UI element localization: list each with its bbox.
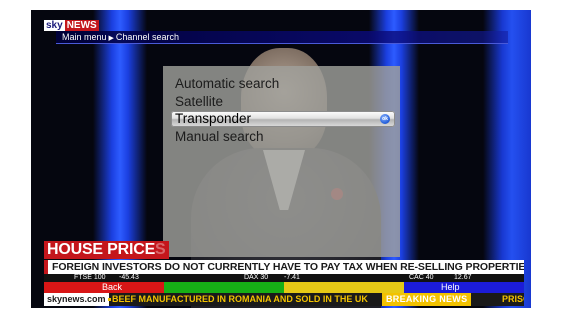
market-index: FTSE 100: [74, 274, 106, 281]
breadcrumb: Main menu ▶ Channel search: [62, 31, 179, 45]
headline-faded-text: S: [155, 241, 166, 258]
market-change: 12.67: [454, 274, 472, 281]
channel-search-menu: Automatic search Satellite Transponder o…: [163, 66, 400, 257]
menu-item-transponder[interactable]: Transponder ok: [171, 111, 395, 127]
ok-icon: ok: [380, 114, 390, 124]
green-key[interactable]: [164, 282, 284, 293]
breadcrumb-root[interactable]: Main menu: [62, 32, 107, 42]
bottom-ticker: skynews.com BEEF MANUFACTURED IN ROMANIA…: [44, 293, 524, 306]
market-index: CAC 40: [409, 274, 434, 281]
menu-item-transponder-label: Transponder: [175, 111, 252, 126]
sky-news-logo: sky NEWS: [44, 20, 99, 31]
breaking-news-badge: BREAKING NEWS: [382, 293, 472, 306]
headline-text: HOUSE PRICE: [47, 241, 156, 258]
markets-strip: FTSE 100 -45.43 DAX 30 -7.41 CAC 40 12.6…: [44, 274, 524, 282]
breadcrumb-current: Channel search: [115, 32, 179, 42]
back-label: Back: [102, 282, 123, 292]
color-key-bar: Back Help: [44, 282, 524, 293]
website-label: skynews.com: [44, 293, 109, 306]
logo-news: NEWS: [64, 20, 99, 31]
headline-banner: HOUSE PRICES: [44, 241, 169, 259]
market-index: DAX 30: [244, 274, 269, 281]
yellow-key[interactable]: [284, 282, 404, 293]
separator-icon: [108, 298, 111, 301]
headline-ticker: FOREIGN INVESTORS DO NOT CURRENTLY HAVE …: [44, 260, 524, 274]
breadcrumb-arrow-icon: ▶: [108, 35, 114, 42]
menu-item-automatic-search[interactable]: Automatic search: [175, 76, 279, 92]
menu-item-satellite[interactable]: Satellite: [175, 94, 223, 110]
help-label: Help: [441, 282, 460, 292]
menu-item-manual-search[interactable]: Manual search: [175, 129, 264, 145]
logo-sky: sky: [44, 20, 65, 31]
blue-key-help[interactable]: [404, 282, 524, 293]
ticker-story-next: PRISON SE: [502, 294, 524, 304]
ticker-story: BEEF MANUFACTURED IN ROMANIA AND SOLD IN…: [112, 294, 368, 304]
market-change: -7.41: [284, 274, 300, 281]
market-change: -45.43: [119, 274, 139, 281]
